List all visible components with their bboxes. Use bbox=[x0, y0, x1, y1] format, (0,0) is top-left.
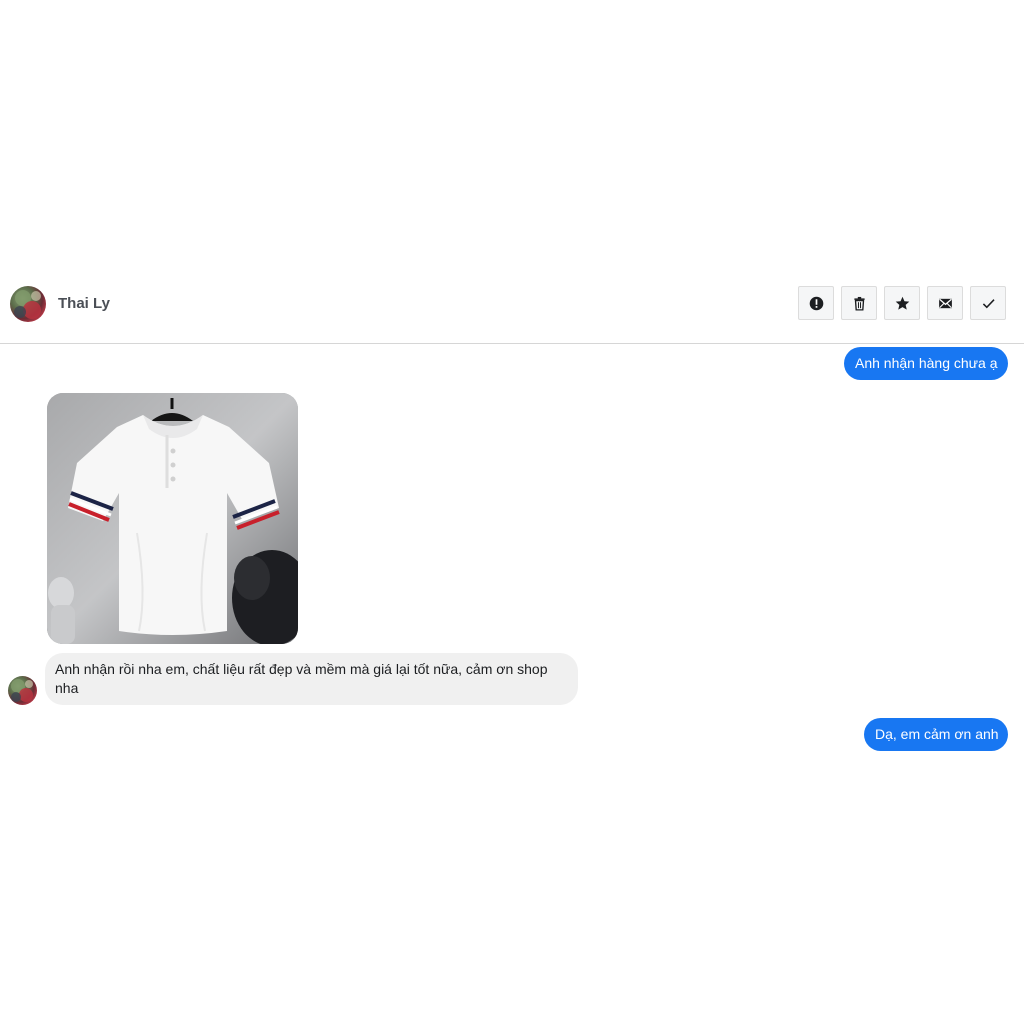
contact-avatar[interactable] bbox=[10, 286, 46, 322]
star-icon bbox=[895, 296, 909, 310]
contact-name[interactable]: Thai Ly bbox=[58, 295, 110, 312]
product-photo-attachment[interactable] bbox=[47, 393, 298, 644]
outgoing-message[interactable]: Anh nhận hàng chưa ạ bbox=[844, 347, 1008, 380]
envelope-icon bbox=[938, 298, 952, 308]
delete-button[interactable] bbox=[841, 286, 877, 320]
mark-spam-button[interactable] bbox=[798, 286, 834, 320]
star-button[interactable] bbox=[884, 286, 920, 320]
check-icon bbox=[982, 298, 995, 308]
mark-done-button[interactable] bbox=[970, 286, 1006, 320]
trash-icon bbox=[853, 296, 865, 311]
conversation-header: Thai Ly bbox=[0, 276, 1024, 344]
messenger-conversation: Thai Ly Anh nhận hàng chưa ạ Anh nhận rồ… bbox=[0, 0, 1024, 1024]
contact-avatar-small bbox=[8, 676, 37, 705]
incoming-message[interactable]: Anh nhận rồi nha em, chất liệu rất đẹp v… bbox=[45, 653, 578, 705]
outgoing-message[interactable]: Dạ, em cảm ơn anh bbox=[864, 718, 1008, 751]
alert-icon bbox=[809, 296, 823, 310]
mark-unread-button[interactable] bbox=[927, 286, 963, 320]
